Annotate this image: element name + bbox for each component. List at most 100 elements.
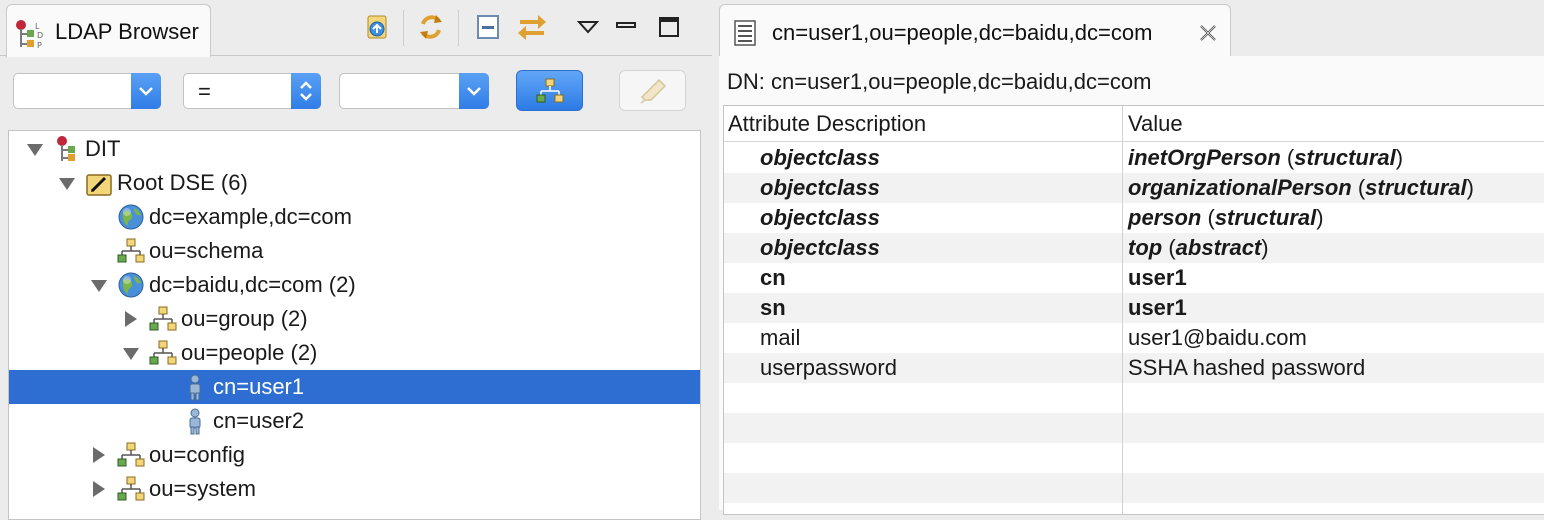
attribute-value: user1 xyxy=(1128,265,1187,290)
objectclass-kind-paren-close: ) xyxy=(1395,145,1404,170)
attribute-value: user1 xyxy=(1128,295,1187,320)
globe-icon xyxy=(118,272,144,298)
expanded-twistie-icon[interactable] xyxy=(59,178,75,190)
collapse-all-icon xyxy=(477,15,499,39)
table-row[interactable] xyxy=(724,503,1544,514)
tree-item[interactable]: ou=system xyxy=(9,472,700,506)
table-row[interactable]: userpassword SSHA hashed password xyxy=(724,353,1544,383)
table-row[interactable] xyxy=(724,473,1544,503)
tree-item[interactable]: cn=user1 xyxy=(9,370,700,404)
attribute-value: SSHA hashed password xyxy=(1128,355,1366,380)
up-down-icon xyxy=(300,81,312,101)
view-tabbar: L D P LDAP Browser xyxy=(0,0,712,57)
tree-item[interactable]: ou=config xyxy=(9,438,700,472)
tree-item[interactable]: dc=baidu,dc=com (2) xyxy=(9,268,700,302)
tree-item-label: ou=config xyxy=(149,442,246,467)
tree-item-label: ou=people (2) xyxy=(181,340,318,365)
operator-combo-arrow[interactable] xyxy=(291,73,321,109)
tree-item-label: DIT xyxy=(85,136,121,161)
objectclass-kind-paren-close: ) xyxy=(1316,205,1324,230)
refresh-icon xyxy=(420,15,442,39)
objectclass-kind-paren-close: ) xyxy=(1466,175,1474,200)
person-icon xyxy=(189,408,201,435)
column-header-attribute[interactable]: Attribute Description xyxy=(728,111,926,137)
tree-item-label: ou=system xyxy=(149,476,256,501)
maximize-button[interactable] xyxy=(650,8,688,46)
entry-document-icon xyxy=(734,20,756,46)
table-row[interactable]: sn user1 xyxy=(724,293,1544,323)
root-dse-icon xyxy=(86,174,112,196)
attribute-value-cell: user1 xyxy=(1128,295,1187,321)
table-row[interactable]: cn user1 xyxy=(724,263,1544,293)
value-combo-arrow[interactable] xyxy=(459,73,489,109)
attribute-table[interactable]: Attribute Description Value objectclass i… xyxy=(723,105,1544,515)
clear-quick-search-button[interactable] xyxy=(619,70,686,111)
svg-text:D: D xyxy=(37,31,43,40)
ldap-browser-tab[interactable]: L D P LDAP Browser xyxy=(6,4,211,57)
expanded-twistie-icon[interactable] xyxy=(27,144,43,156)
tree-item[interactable]: Root DSE (6) xyxy=(9,166,700,200)
expanded-twistie-icon[interactable] xyxy=(123,348,139,360)
objectclass-kind-paren-open: ( xyxy=(1280,145,1295,170)
ou-icon xyxy=(117,238,145,263)
attribute-value: person xyxy=(1128,205,1202,230)
entry-editor-tab-label: cn=user1,ou=people,dc=baidu,dc=com xyxy=(772,20,1153,45)
globe-icon xyxy=(118,204,144,230)
objectclass-kind: structural xyxy=(1365,175,1467,200)
svg-text:P: P xyxy=(37,41,42,50)
editor-tabbar: cn=user1,ou=people,dc=baidu,dc=com xyxy=(715,0,1544,57)
attribute-combo-arrow[interactable] xyxy=(131,73,161,109)
refresh-button[interactable] xyxy=(412,8,450,46)
entry-editor-tab[interactable]: cn=user1,ou=people,dc=baidu,dc=com xyxy=(719,4,1231,57)
objectclass-kind: structural xyxy=(1214,205,1317,230)
value-combo[interactable] xyxy=(339,73,489,109)
table-row[interactable] xyxy=(724,383,1544,413)
attribute-name-cell: cn xyxy=(760,265,786,290)
tree-item-label: cn=user2 xyxy=(213,408,305,433)
quick-search-bar: = xyxy=(0,56,712,124)
collapsed-twistie-icon[interactable] xyxy=(125,311,137,327)
tree-item[interactable]: ou=group (2) xyxy=(9,302,700,336)
objectclass-kind-paren-open: ( xyxy=(1162,235,1176,260)
table-row[interactable] xyxy=(724,443,1544,473)
chevron-down-icon xyxy=(577,21,599,34)
minimize-button[interactable] xyxy=(607,8,645,46)
column-separator[interactable] xyxy=(1122,106,1123,514)
table-row[interactable]: objectclass top (abstract) xyxy=(724,233,1544,263)
ou-icon xyxy=(117,476,145,501)
dit-icon xyxy=(57,136,75,161)
link-toggle-button[interactable] xyxy=(513,8,551,46)
attribute-value: user1@baidu.com xyxy=(1128,325,1307,350)
operator-combo[interactable]: = xyxy=(183,73,321,109)
ou-icon xyxy=(149,340,177,365)
expanded-twistie-icon[interactable] xyxy=(91,280,107,292)
table-row[interactable]: objectclass person (structural) xyxy=(724,203,1544,233)
tree-item[interactable]: ou=schema xyxy=(9,234,700,268)
close-icon[interactable] xyxy=(1198,23,1218,43)
attribute-name-cell: objectclass xyxy=(760,235,880,260)
person-icon xyxy=(189,374,201,401)
table-row[interactable]: objectclass inetOrgPerson (structural) xyxy=(724,143,1544,173)
attribute-combo[interactable] xyxy=(13,73,161,109)
collapse-all-button[interactable] xyxy=(469,8,507,46)
tree-item[interactable]: ou=people (2) xyxy=(9,336,700,370)
attribute-value-cell: person (structural) xyxy=(1128,205,1324,231)
browser-tree[interactable]: DIT Root DSE (6) dc=example,dc=com ou=schem… xyxy=(8,130,701,520)
tree-item[interactable]: DIT xyxy=(9,132,700,166)
view-menu-button[interactable] xyxy=(569,8,607,46)
collapsed-twistie-icon[interactable] xyxy=(93,447,105,463)
tree-item-label: dc=baidu,dc=com (2) xyxy=(149,272,356,297)
table-row[interactable] xyxy=(724,413,1544,443)
ldap-browser-icon: L D P xyxy=(16,20,43,50)
table-row[interactable]: objectclass organizationalPerson (structu… xyxy=(724,173,1544,203)
tree-item[interactable]: cn=user2 xyxy=(9,404,700,438)
run-quick-search-button[interactable] xyxy=(516,70,583,111)
tree-item-label: ou=group (2) xyxy=(181,306,308,331)
column-header-value[interactable]: Value xyxy=(1128,111,1183,137)
attribute-value-cell: SSHA hashed password xyxy=(1128,355,1365,381)
tree-search-icon xyxy=(536,78,563,102)
link-with-editor-button[interactable] xyxy=(358,8,396,46)
table-row[interactable]: mail user1@baidu.com xyxy=(724,323,1544,353)
collapsed-twistie-icon[interactable] xyxy=(93,481,105,497)
tree-item[interactable]: dc=example,dc=com xyxy=(9,200,700,234)
